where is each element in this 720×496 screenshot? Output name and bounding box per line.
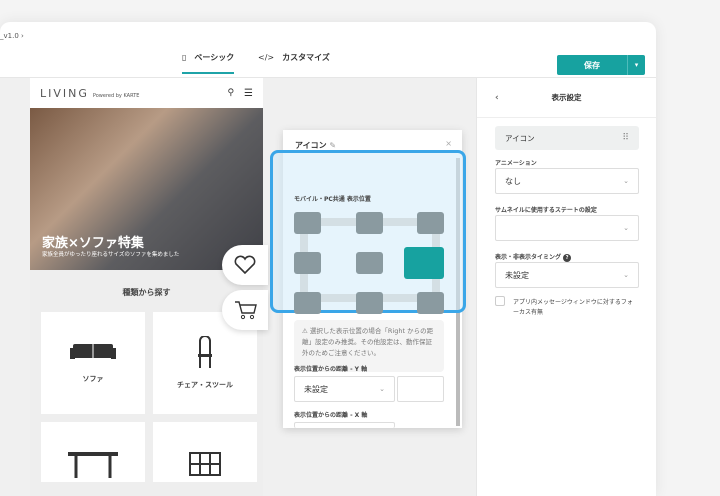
top-bar: _v1.0 › ▯ ベーシック </> カスタマイズ 保存 ▾ (0, 22, 656, 78)
mobile-preview: LIVING Powered by KARTE ⚲ ☰ 家族×ソファ特集 家族全員… (30, 78, 263, 496)
position-bottom-center[interactable] (356, 292, 383, 314)
save-button[interactable]: 保存 ▾ (557, 55, 645, 75)
chevron-down-icon: ⌄ (623, 224, 629, 232)
y-distance-select[interactable]: 未設定 ⌄ (294, 376, 395, 402)
grid-icon: ⠿ (622, 133, 629, 143)
cart-icon (235, 301, 257, 320)
pencil-icon[interactable]: ✎ (329, 141, 336, 150)
logo: LIVING Powered by KARTE (40, 86, 140, 100)
chevron-down-icon: ⌄ (379, 385, 385, 393)
position-bottom-left[interactable] (294, 292, 321, 314)
editor-window: _v1.0 › ▯ ベーシック </> カスタマイズ 保存 ▾ LIVING Power… (0, 22, 656, 496)
chevron-down-icon: ⌄ (623, 177, 629, 185)
category-table[interactable] (41, 422, 145, 482)
sofa-icon (70, 344, 116, 359)
hero-subtitle: 家族全員がゆったり座れるサイズのソファを集めました (42, 252, 180, 258)
breadcrumb[interactable]: _v1.0 › (0, 32, 24, 40)
y-distance-input[interactable] (397, 376, 444, 402)
focus-label: アプリ内メッセージウィンドウに対するフォーカス有無 (513, 299, 633, 316)
animation-select[interactable]: なし ⌄ (495, 168, 639, 194)
position-top-left[interactable] (294, 212, 321, 234)
search-icon[interactable]: ⚲ (227, 88, 234, 98)
x-distance-label: 表示位置からの距離 - X 軸 (294, 412, 368, 419)
tab-basic[interactable]: ▯ ベーシック (182, 52, 235, 74)
x-distance-select[interactable] (294, 422, 395, 428)
hero-title: 家族×ソファ特集 (42, 236, 144, 251)
panel-title: 表示設定 (551, 93, 582, 102)
position-label: モバイル・PC共通 表示位置 (294, 196, 371, 203)
position-top-right[interactable] (417, 212, 444, 234)
position-bottom-right[interactable] (417, 292, 444, 314)
position-selector (294, 212, 444, 314)
heart-icon (234, 255, 256, 275)
chair-icon (198, 336, 212, 368)
shelf-icon (189, 452, 221, 476)
category-shelf[interactable] (153, 422, 257, 482)
favorite-button[interactable] (222, 245, 268, 285)
site-header: LIVING Powered by KARTE ⚲ ☰ (30, 78, 263, 108)
chevron-down-icon[interactable]: ▾ (627, 55, 645, 75)
position-middle-left[interactable] (294, 252, 321, 274)
back-icon[interactable]: ‹ (495, 93, 499, 103)
tab-customize[interactable]: </> カスタマイズ (258, 52, 330, 63)
menu-icon[interactable]: ☰ (244, 88, 253, 99)
category-sofa[interactable]: ソファ (41, 312, 145, 414)
cart-button[interactable] (222, 290, 268, 330)
help-icon[interactable]: ? (563, 254, 572, 262)
animation-label: アニメーション (495, 160, 537, 167)
thumbnail-state-select[interactable]: ⌄ (495, 215, 639, 241)
type-chip[interactable]: アイコン ⠿ (495, 126, 639, 150)
timing-label: 表示・非表示タイミング ? (495, 252, 572, 262)
table-icon (68, 452, 118, 478)
y-distance-label: 表示位置からの距離 - Y 軸 (294, 366, 368, 373)
code-icon: </> (258, 53, 275, 62)
position-middle-center[interactable] (356, 252, 383, 274)
hero-banner[interactable]: 家族×ソファ特集 家族全員がゆったり座れるサイズのソファを集めました (30, 108, 263, 270)
focus-checkbox[interactable] (495, 296, 505, 306)
position-top-center[interactable] (356, 212, 383, 234)
timing-select[interactable]: 未設定 ⌄ (495, 262, 639, 288)
close-icon[interactable]: × (445, 139, 452, 148)
settings-panel: ‹ 表示設定 アイコン ⠿ アニメーション なし ⌄ サムネイルに使用するステートの設… (476, 78, 656, 496)
position-middle-right[interactable] (404, 247, 444, 279)
layout-icon: ▯ (182, 53, 187, 62)
chevron-down-icon: ⌄ (623, 271, 629, 279)
thumbnail-state-label: サムネイルに使用するステートの設定 (495, 207, 597, 214)
